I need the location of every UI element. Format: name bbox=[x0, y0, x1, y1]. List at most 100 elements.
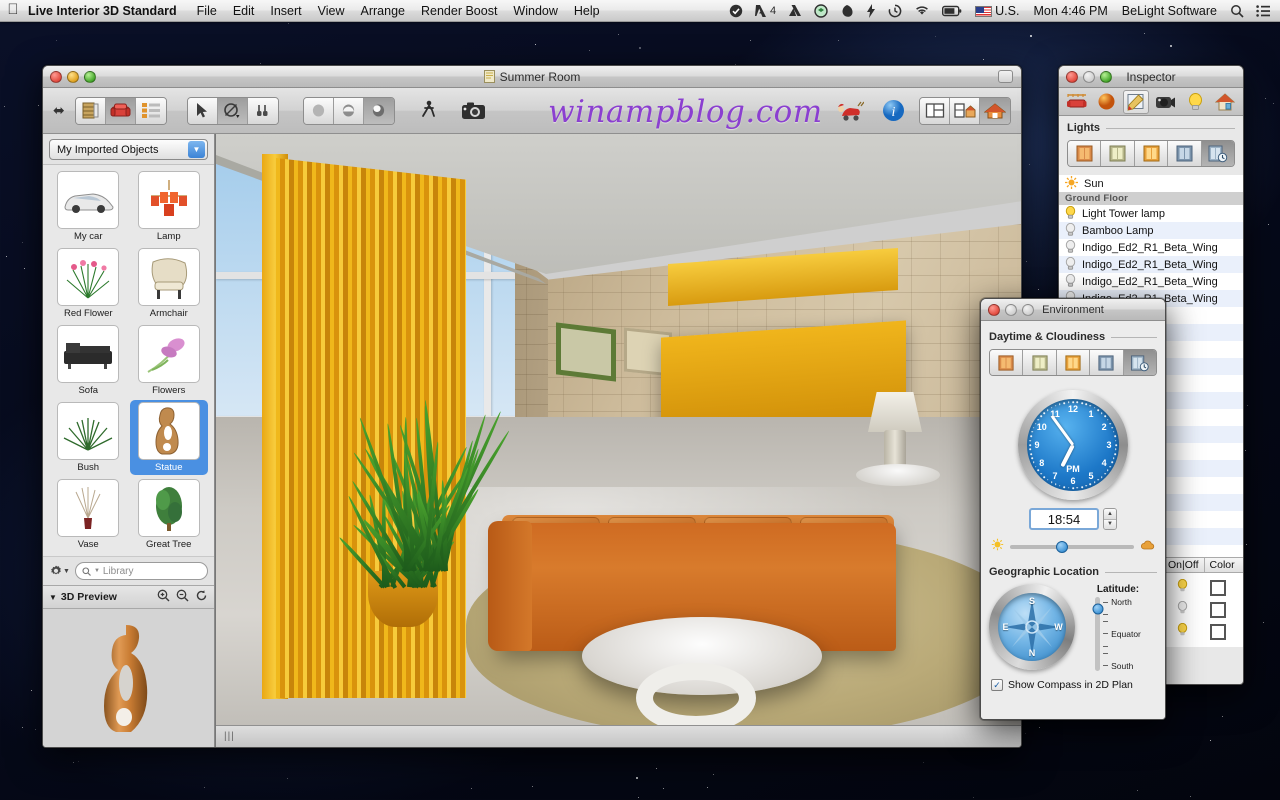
env-night-button[interactable] bbox=[990, 350, 1024, 375]
battery-icon[interactable] bbox=[936, 5, 968, 17]
env-minimize-button[interactable] bbox=[1005, 303, 1017, 316]
rotate-refresh-icon[interactable] bbox=[195, 589, 208, 605]
info-button[interactable]: i bbox=[876, 99, 910, 122]
library-item-flowers[interactable]: Flowers bbox=[130, 323, 209, 398]
rotate-tool[interactable] bbox=[217, 97, 248, 124]
minimize-button[interactable] bbox=[67, 70, 79, 83]
menu-item-insert[interactable]: Insert bbox=[262, 0, 309, 22]
realistic-render-button[interactable] bbox=[363, 97, 394, 124]
checkmark-circle-icon[interactable] bbox=[723, 4, 749, 18]
menubar-clock[interactable]: Mon 4:46 PM bbox=[1026, 4, 1114, 18]
bulb-off-icon[interactable] bbox=[1171, 600, 1193, 619]
menu-item-view[interactable]: View bbox=[310, 0, 353, 22]
latitude-knob[interactable] bbox=[1092, 603, 1104, 615]
library-search-input[interactable]: ▼ Library bbox=[74, 562, 208, 580]
camera-button[interactable] bbox=[457, 88, 491, 133]
walkthrough-button[interactable] bbox=[413, 88, 447, 133]
library-item-my-car[interactable]: My car bbox=[49, 169, 128, 244]
library-item-vase[interactable]: Vase bbox=[49, 477, 128, 552]
split-view-button[interactable] bbox=[950, 97, 980, 124]
menu-item-help[interactable]: Help bbox=[566, 0, 608, 22]
show-compass-row[interactable]: ✓ Show Compass in 2D Plan bbox=[981, 671, 1165, 695]
stepper-up-icon[interactable]: ▲ bbox=[1104, 509, 1116, 520]
dawn-mode-button[interactable] bbox=[1101, 141, 1135, 166]
object-tab[interactable] bbox=[1064, 90, 1090, 114]
resize-grip[interactable]: ||| bbox=[224, 731, 235, 742]
library-item-armchair[interactable]: Armchair bbox=[130, 246, 209, 321]
light-row-sun[interactable]: Sun bbox=[1059, 175, 1243, 192]
flat-render-button[interactable] bbox=[303, 97, 334, 124]
env-zoom-button[interactable] bbox=[1022, 303, 1034, 316]
close-button[interactable] bbox=[50, 70, 62, 83]
light-row-indigo-1[interactable]: Indigo_Ed2_R1_Beta_Wing bbox=[1059, 239, 1243, 256]
env-day-button[interactable] bbox=[1056, 350, 1091, 375]
library-item-statue[interactable]: Statue bbox=[129, 400, 208, 475]
bulb-on-icon[interactable] bbox=[1171, 578, 1193, 597]
menu-item-edit[interactable]: Edit bbox=[225, 0, 263, 22]
window-controls[interactable] bbox=[43, 70, 96, 83]
list-view-button[interactable] bbox=[135, 97, 166, 124]
apple-logo-icon[interactable]:  bbox=[0, 2, 26, 19]
clock-widget[interactable]: PM 12 1 2 3 4 5 6 7 8 9 10 11 bbox=[981, 384, 1165, 502]
library-category-popup[interactable]: My Imported Objects ▼ bbox=[49, 139, 208, 160]
env-custom-button[interactable] bbox=[1123, 350, 1156, 375]
env-dawn-button[interactable] bbox=[1023, 350, 1057, 375]
color-swatch[interactable] bbox=[1210, 580, 1226, 596]
zoom-out-icon[interactable] bbox=[176, 589, 189, 605]
elevation-view-button[interactable] bbox=[75, 97, 106, 124]
custom-time-mode-button[interactable] bbox=[1201, 141, 1234, 166]
show-compass-checkbox[interactable]: ✓ bbox=[991, 679, 1003, 691]
library-item-sofa[interactable]: Sofa bbox=[49, 323, 128, 398]
inspector-zoom-button[interactable] bbox=[1100, 70, 1112, 83]
material-tab[interactable] bbox=[1093, 90, 1119, 114]
inspector-close-button[interactable] bbox=[1066, 70, 1078, 83]
site-tab[interactable] bbox=[1212, 90, 1238, 114]
library-item-bush[interactable]: Bush bbox=[49, 400, 128, 475]
inspector-minimize-button[interactable] bbox=[1083, 70, 1095, 83]
edit-tab[interactable] bbox=[1123, 89, 1150, 114]
light-row-bamboo-lamp[interactable]: Bamboo Lamp bbox=[1059, 222, 1243, 239]
zoom-in-icon[interactable] bbox=[157, 589, 170, 605]
input-locale[interactable]: U.S. bbox=[968, 4, 1026, 18]
time-machine-icon[interactable] bbox=[882, 4, 908, 18]
zoom-button[interactable] bbox=[84, 70, 96, 83]
menu-item-window[interactable]: Window bbox=[505, 0, 565, 22]
disclosure-triangle-icon[interactable]: ▼ bbox=[49, 593, 57, 602]
cloudiness-slider[interactable] bbox=[1010, 541, 1134, 553]
menu-item-render-boost[interactable]: Render Boost bbox=[413, 0, 505, 22]
toolbar-toggle-button[interactable] bbox=[998, 70, 1013, 83]
menu-item-arrange[interactable]: Arrange bbox=[353, 0, 413, 22]
env-close-button[interactable] bbox=[988, 303, 1000, 316]
camera-tab[interactable] bbox=[1153, 90, 1179, 114]
library-item-lamp[interactable]: Lamp bbox=[130, 169, 209, 244]
main-window-titlebar[interactable]: Summer Room bbox=[43, 66, 1021, 88]
notification-center-icon[interactable] bbox=[1250, 4, 1280, 17]
color-swatch[interactable] bbox=[1210, 624, 1226, 640]
time-input[interactable]: 18:54 bbox=[1029, 508, 1099, 530]
stepper-down-icon[interactable]: ▼ bbox=[1104, 519, 1116, 529]
evernote-icon[interactable] bbox=[834, 4, 860, 18]
select-tool[interactable] bbox=[187, 97, 218, 124]
compass-widget[interactable]: S N E W bbox=[989, 584, 1075, 670]
menu-item-file[interactable]: File bbox=[189, 0, 225, 22]
wifi-icon[interactable] bbox=[908, 4, 936, 17]
google-drive-icon[interactable] bbox=[782, 4, 808, 18]
search-icon[interactable] bbox=[1224, 4, 1250, 18]
inspector-titlebar[interactable]: Inspector bbox=[1059, 66, 1243, 88]
time-stepper[interactable]: ▲ ▼ bbox=[1103, 508, 1117, 530]
render-viewport[interactable]: ||| bbox=[215, 134, 1021, 747]
bulb-on-icon[interactable] bbox=[1171, 622, 1193, 641]
dropbox-icon[interactable] bbox=[808, 3, 834, 18]
artificial-mode-button[interactable] bbox=[1168, 141, 1202, 166]
light-tab[interactable] bbox=[1182, 90, 1208, 114]
color-swatch[interactable] bbox=[1210, 602, 1226, 618]
slider-knob[interactable] bbox=[1056, 541, 1069, 553]
plan-view-button[interactable] bbox=[920, 97, 950, 124]
day-mode-button[interactable] bbox=[1134, 141, 1169, 166]
latitude-slider[interactable] bbox=[1092, 597, 1104, 671]
preview-header[interactable]: ▼ 3D Preview bbox=[43, 585, 214, 609]
env-artificial-button[interactable] bbox=[1090, 350, 1124, 375]
shaded-render-button[interactable] bbox=[333, 97, 364, 124]
night-mode-button[interactable] bbox=[1068, 141, 1102, 166]
light-row-indigo-2[interactable]: Indigo_Ed2_R1_Beta_Wing bbox=[1059, 256, 1243, 273]
